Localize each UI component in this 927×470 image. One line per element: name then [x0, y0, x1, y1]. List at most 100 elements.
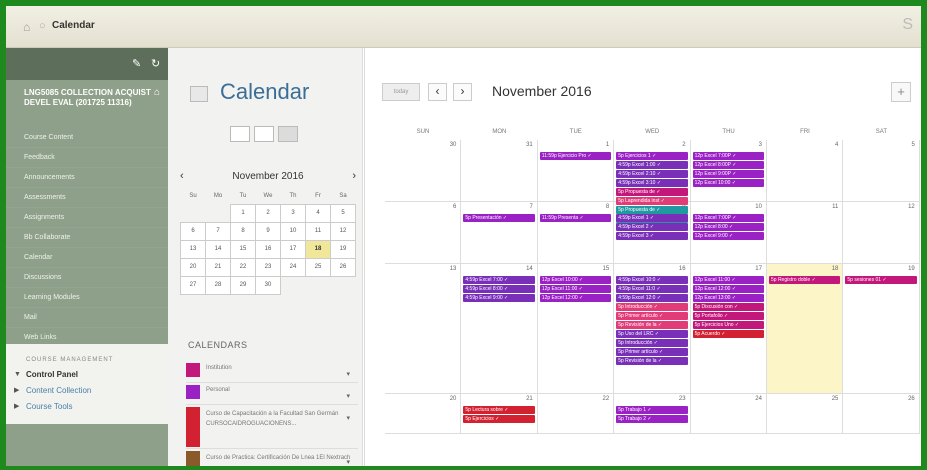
mini-day[interactable]: 2: [255, 203, 281, 223]
calendar-event[interactable]: 5p Presentación ✓: [463, 214, 535, 222]
calendar-event[interactable]: 5p Ejercicios 1 ✓: [616, 152, 688, 160]
day-number[interactable]: 1: [606, 142, 609, 148]
mini-day[interactable]: 19: [330, 239, 356, 259]
calendar-event[interactable]: 4:59p Excel 7:00 ✓: [463, 276, 535, 284]
next-month-button[interactable]: ›: [453, 83, 472, 101]
calendar-event[interactable]: 5p Propuesta de ✓: [616, 206, 688, 214]
calendar-event[interactable]: 4:59p Excel 11:0 ✓: [616, 285, 688, 293]
calendar-event[interactable]: 5p Registro doble ✓: [769, 276, 841, 284]
calendar-event[interactable]: 5p Trabajo 1 ✓: [616, 406, 688, 414]
mini-day[interactable]: 17: [280, 239, 306, 259]
day-number[interactable]: 7: [529, 204, 532, 210]
day-cell[interactable]: 6: [385, 202, 462, 264]
breadcrumb[interactable]: Calendar: [52, 20, 95, 31]
calendar-event[interactable]: 11:59p Presenta ✓: [539, 214, 612, 222]
calendar-list-item[interactable]: Curso de Capacitación a la Facultad San …: [186, 405, 358, 449]
mini-day[interactable]: 23: [255, 257, 281, 277]
calendar-event[interactable]: 5p Revisión de la ✓: [616, 357, 688, 365]
calendar-event[interactable]: 12p Excel 12:00 ✓: [692, 285, 764, 293]
day-cell[interactable]: 8: [537, 202, 615, 264]
mini-day[interactable]: 29: [230, 275, 256, 295]
calendar-event[interactable]: 5p Lectura sobre ✓: [463, 406, 535, 414]
calendar-event[interactable]: 12p Excel 9:00 ✓: [692, 232, 764, 240]
calendar-event[interactable]: 12p Excel 12:00 ✓: [539, 294, 612, 302]
calendar-event[interactable]: 4:59p Excel 12:0 ✓: [616, 294, 688, 302]
day-number[interactable]: 23: [679, 396, 686, 402]
day-number[interactable]: 2: [682, 142, 685, 148]
day-number[interactable]: 19: [908, 266, 915, 272]
mini-day[interactable]: 8: [230, 221, 256, 241]
mini-day[interactable]: 5: [330, 203, 356, 223]
calendar-event[interactable]: 5p Introducción ✓: [616, 303, 688, 311]
course-menu-item[interactable]: Feedback: [6, 148, 168, 168]
calendar-list-item[interactable]: Curso de Practica: Certificación De Lnea…: [186, 449, 358, 466]
calendar-event[interactable]: 5p Propuesta de ✓: [616, 188, 688, 196]
day-cell[interactable]: 24: [690, 394, 767, 434]
calendar-event[interactable]: 12p Excel 8:00 ✓: [692, 223, 764, 231]
content-collection-link[interactable]: ▶ Content Collection: [6, 383, 168, 399]
mini-day[interactable]: 21: [205, 257, 231, 277]
calendar-event[interactable]: 5p Acuerdo ✓: [692, 330, 764, 338]
week-view-button[interactable]: [254, 126, 274, 142]
course-menu-item[interactable]: Course Content: [6, 128, 168, 148]
calendar-event[interactable]: 5p Introducción ✓: [616, 339, 688, 347]
month-view-button[interactable]: [278, 126, 298, 142]
mini-day[interactable]: 12: [330, 221, 356, 241]
day-number[interactable]: 24: [755, 396, 762, 402]
day-number[interactable]: 13: [450, 266, 457, 272]
calendar-event[interactable]: 4:59p Excel 3:10 ✓: [616, 179, 688, 187]
mini-day[interactable]: 4: [305, 203, 331, 223]
course-menu-item[interactable]: Announcements: [6, 168, 168, 188]
day-number[interactable]: 26: [908, 396, 915, 402]
caret-down-icon[interactable]: ▾: [346, 370, 350, 380]
caret-down-icon[interactable]: ▾: [346, 392, 350, 402]
course-menu-item[interactable]: Discussions: [6, 268, 168, 288]
day-cell[interactable]: 31: [461, 140, 538, 202]
calendar-event[interactable]: 5p Portafolio ✓: [692, 312, 764, 320]
course-home-icon[interactable]: ⌂: [154, 88, 160, 98]
calendar-list-item[interactable]: Institution ▾: [186, 361, 358, 383]
day-cell[interactable]: 20: [385, 394, 462, 434]
caret-down-icon[interactable]: ▾: [346, 458, 350, 466]
calendar-event[interactable]: 4:59p Excel 8:00 ✓: [463, 285, 535, 293]
calendar-event[interactable]: 12p Excel 11:00 ✓: [539, 285, 612, 293]
course-menu-item[interactable]: Calendar: [6, 248, 168, 268]
course-title[interactable]: LNG5085 COLLECTION ACQUIST DEVEL EVAL (2…: [6, 80, 168, 128]
course-menu-item[interactable]: Learning Modules: [6, 288, 168, 308]
calendar-event[interactable]: 4:59p Excel 1 ✓: [616, 214, 688, 222]
mini-day[interactable]: 26: [330, 257, 356, 277]
calendar-event[interactable]: 5p Revisión de la ✓: [616, 321, 688, 329]
day-cell[interactable]: 5: [843, 140, 920, 202]
calendar-color-swatch[interactable]: [186, 385, 200, 399]
course-menu-item[interactable]: Assessments: [6, 188, 168, 208]
day-number[interactable]: 3: [759, 142, 762, 148]
prev-month-button[interactable]: ‹: [428, 83, 447, 101]
calendar-event[interactable]: 12p Excel 11:00 ✓: [692, 276, 764, 284]
calendar-event[interactable]: 12p Excel 9:00P ✓: [692, 170, 764, 178]
calendar-color-swatch[interactable]: [186, 451, 200, 466]
home-icon[interactable]: ⌂: [23, 20, 30, 34]
calendar-event[interactable]: 5p Discusión con ✓: [692, 303, 764, 311]
calendar-color-swatch[interactable]: [186, 407, 200, 447]
calendar-event[interactable]: 12p Excel 7:00P ✓: [692, 214, 764, 222]
mini-day[interactable]: 18: [305, 239, 331, 259]
day-number[interactable]: 12: [908, 204, 915, 210]
mini-day[interactable]: 10: [280, 221, 306, 241]
day-number[interactable]: 25: [832, 396, 839, 402]
day-cell[interactable]: 4: [767, 140, 844, 202]
calendar-event[interactable]: 5p Trabajo 2 ✓: [616, 415, 688, 423]
day-number[interactable]: 10: [755, 204, 762, 210]
day-number[interactable]: 8: [606, 204, 609, 210]
day-cell[interactable]: 11: [767, 202, 844, 264]
mini-day[interactable]: 6: [180, 221, 206, 241]
mini-day[interactable]: 3: [280, 203, 306, 223]
mini-day[interactable]: 27: [180, 275, 206, 295]
calendar-event[interactable]: 12p Excel 10:00 ✓: [692, 179, 764, 187]
day-number[interactable]: 15: [603, 266, 610, 272]
day-number[interactable]: 14: [526, 266, 533, 272]
calendar-event[interactable]: 5p Uso del LRC ✓: [616, 330, 688, 338]
calendar-event[interactable]: 5p Ejercicios Uno ✓: [692, 321, 764, 329]
mini-day[interactable]: 16: [255, 239, 281, 259]
day-number[interactable]: 22: [603, 396, 610, 402]
calendar-event[interactable]: 4:59p Excel 1:00 ✓: [616, 161, 688, 169]
